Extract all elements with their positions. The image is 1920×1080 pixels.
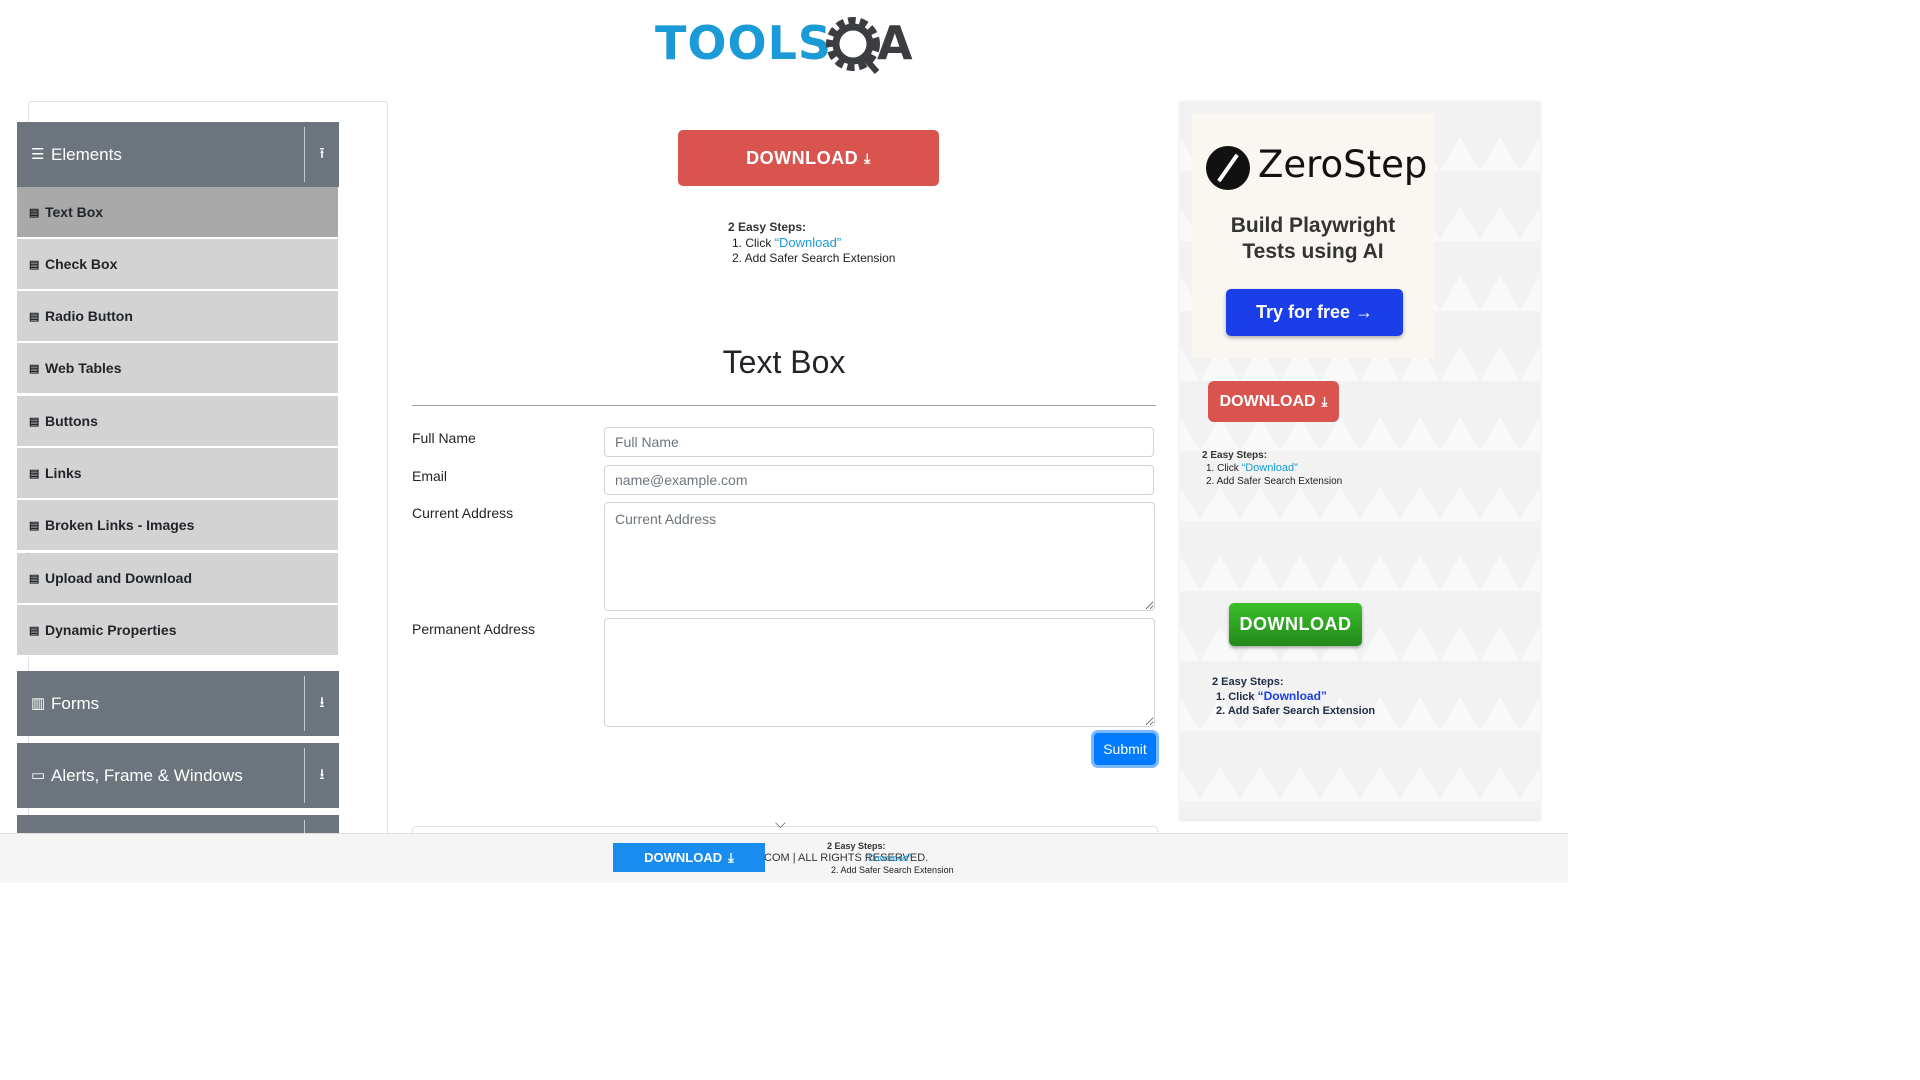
logo-text-tools: TOOLS: [655, 16, 833, 70]
html-file-icon: ▤: [29, 310, 40, 323]
html-file-icon: ▤: [29, 362, 40, 375]
steps-heading: 2 Easy Steps:: [728, 220, 807, 234]
logo-gear-icon: [826, 17, 880, 74]
download-button-red[interactable]: DOWNLOAD ⤓: [1208, 381, 1339, 422]
logo-text-a: A: [877, 16, 913, 70]
step-1-prefix: 1. Click: [1216, 691, 1258, 703]
sidebar-item-dynamic-properties[interactable]: ▤ Dynamic Properties: [17, 605, 338, 657]
divider: [304, 676, 305, 731]
sidebar-item-label: Text Box: [45, 204, 104, 220]
sidebar-item-check-box[interactable]: ▤ Check Box: [17, 239, 338, 291]
submit-button[interactable]: Submit: [1094, 733, 1156, 765]
full-name-label: Full Name: [412, 430, 476, 446]
group-header-partial[interactable]: [17, 815, 339, 835]
steps-heading: 2 Easy Steps:: [827, 841, 886, 851]
step-1-link[interactable]: “Download”: [1258, 689, 1327, 703]
toolsqa-logo[interactable]: TOOLS A: [655, 12, 920, 74]
group-header-elements[interactable]: ☰ Elements ⭱: [17, 122, 339, 187]
step-2: 2. Add Safer Search Extension: [1216, 705, 1376, 717]
zerostep-name: ZeroStep: [1258, 143, 1428, 186]
footer-download-steps: 2 Easy Steps: “Download” 2. Add Safer Se…: [827, 840, 954, 876]
zerostep-tagline: Build Playwright Tests using AI: [1192, 213, 1434, 265]
html-file-icon: ▤: [29, 572, 40, 585]
html-file-icon: ▤: [29, 467, 40, 480]
full-name-input[interactable]: [604, 427, 1154, 457]
sidebar-item-upload-download[interactable]: ▤ Upload and Download: [17, 553, 338, 605]
steps-heading: 2 Easy Steps:: [1212, 676, 1284, 688]
title-divider: [412, 405, 1156, 406]
sidebar-item-label: Upload and Download: [45, 570, 192, 586]
download-icon: ⤓: [864, 149, 871, 166]
divider: [304, 127, 305, 182]
sidebar-item-label: Web Tables: [45, 360, 122, 376]
download-steps-right: 2 Easy Steps: 1. Click “Download” 2. Add…: [1202, 449, 1342, 488]
sidebar-item-buttons[interactable]: ▤ Buttons: [17, 396, 338, 448]
sidebar-item-label: Links: [45, 465, 82, 481]
download-steps-green: 2 Easy Steps: 1. Click “Download” 2. Add…: [1212, 675, 1375, 718]
footer-download-button[interactable]: DOWNLOAD ⤓: [613, 843, 765, 872]
html-file-icon: ▤: [29, 624, 40, 637]
sidebar-item-text-box[interactable]: ▤ Text Box: [17, 187, 338, 239]
html-file-icon: ▤: [29, 415, 40, 428]
html-file-icon: ▤: [29, 519, 40, 532]
email-input[interactable]: [604, 465, 1154, 495]
try-for-free-button[interactable]: Try for free →: [1226, 289, 1403, 336]
download-button[interactable]: DOWNLOAD ⤓: [678, 130, 939, 186]
group-header-forms[interactable]: ▥ Forms ⭳: [17, 671, 339, 736]
sidebar-item-radio-button[interactable]: ▤ Radio Button: [17, 291, 338, 343]
sidebar-item-label: Dynamic Properties: [45, 622, 177, 638]
sidebar-item-broken-links[interactable]: ▤ Broken Links - Images: [17, 500, 338, 552]
form-icon: ▥: [31, 694, 46, 712]
chevron-down-icon[interactable]: ⌵: [775, 815, 786, 832]
current-address-textarea[interactable]: [604, 502, 1155, 611]
list-icon: ☰: [31, 145, 45, 163]
step-2: 2. Add Safer Search Extension: [1206, 476, 1343, 487]
sidebar-item-label: Broken Links - Images: [45, 517, 195, 533]
download-label: DOWNLOAD: [746, 147, 859, 168]
permanent-address-textarea[interactable]: [604, 618, 1155, 727]
download-steps: 2 Easy Steps: 1. Click “Download” 2. Add…: [728, 220, 895, 266]
page-title: Text Box: [722, 344, 846, 380]
zerostep-tagline-line2: Tests using AI: [1242, 240, 1384, 263]
step-1-prefix: 1. Click: [732, 236, 775, 250]
download-icon: ⤓: [728, 849, 734, 865]
group-header-alerts[interactable]: ▭ Alerts, Frame & Windows ⭳: [17, 743, 339, 808]
download-button-green[interactable]: DOWNLOAD: [1229, 603, 1362, 646]
html-file-icon: ▤: [29, 258, 40, 271]
sidebar-item-label: Buttons: [45, 413, 98, 429]
sidebar-item-links[interactable]: ▤ Links: [17, 448, 338, 500]
sidebar-item-label: Check Box: [45, 256, 118, 272]
group-title: Elements: [51, 144, 122, 164]
sidebar-item-web-tables[interactable]: ▤ Web Tables: [17, 343, 338, 395]
step-1-link[interactable]: “Download”: [775, 235, 841, 250]
download-label: DOWNLOAD: [644, 850, 723, 865]
group-title: Forms: [51, 693, 100, 713]
sidebar-item-label: Radio Button: [45, 308, 133, 324]
divider: [304, 748, 305, 803]
expand-down-icon[interactable]: ⭳: [313, 692, 331, 714]
download-label: DOWNLOAD: [1219, 392, 1316, 410]
download-icon: ⤓: [1321, 393, 1328, 409]
permanent-address-label: Permanent Address: [412, 621, 535, 637]
current-address-label: Current Address: [412, 505, 514, 521]
html-file-icon: ▤: [29, 206, 40, 219]
step-2: 2. Add Safer Search Extension: [831, 865, 954, 875]
steps-heading: 2 Easy Steps:: [1202, 450, 1268, 461]
step-1-link[interactable]: “Download”: [865, 853, 911, 863]
step-2: 2. Add Safer Search Extension: [732, 251, 896, 265]
email-label: Email: [412, 468, 448, 484]
group-title: Alerts, Frame & Windows: [51, 765, 243, 785]
expand-down-icon[interactable]: ⭳: [313, 764, 331, 786]
window-icon: ▭: [31, 766, 46, 784]
step-1-prefix: 1. Click: [1206, 463, 1242, 474]
collapse-up-icon[interactable]: ⭱: [313, 143, 331, 165]
step-1-link[interactable]: “Download”: [1242, 462, 1298, 474]
zerostep-tagline-line1: Build Playwright: [1230, 214, 1396, 237]
